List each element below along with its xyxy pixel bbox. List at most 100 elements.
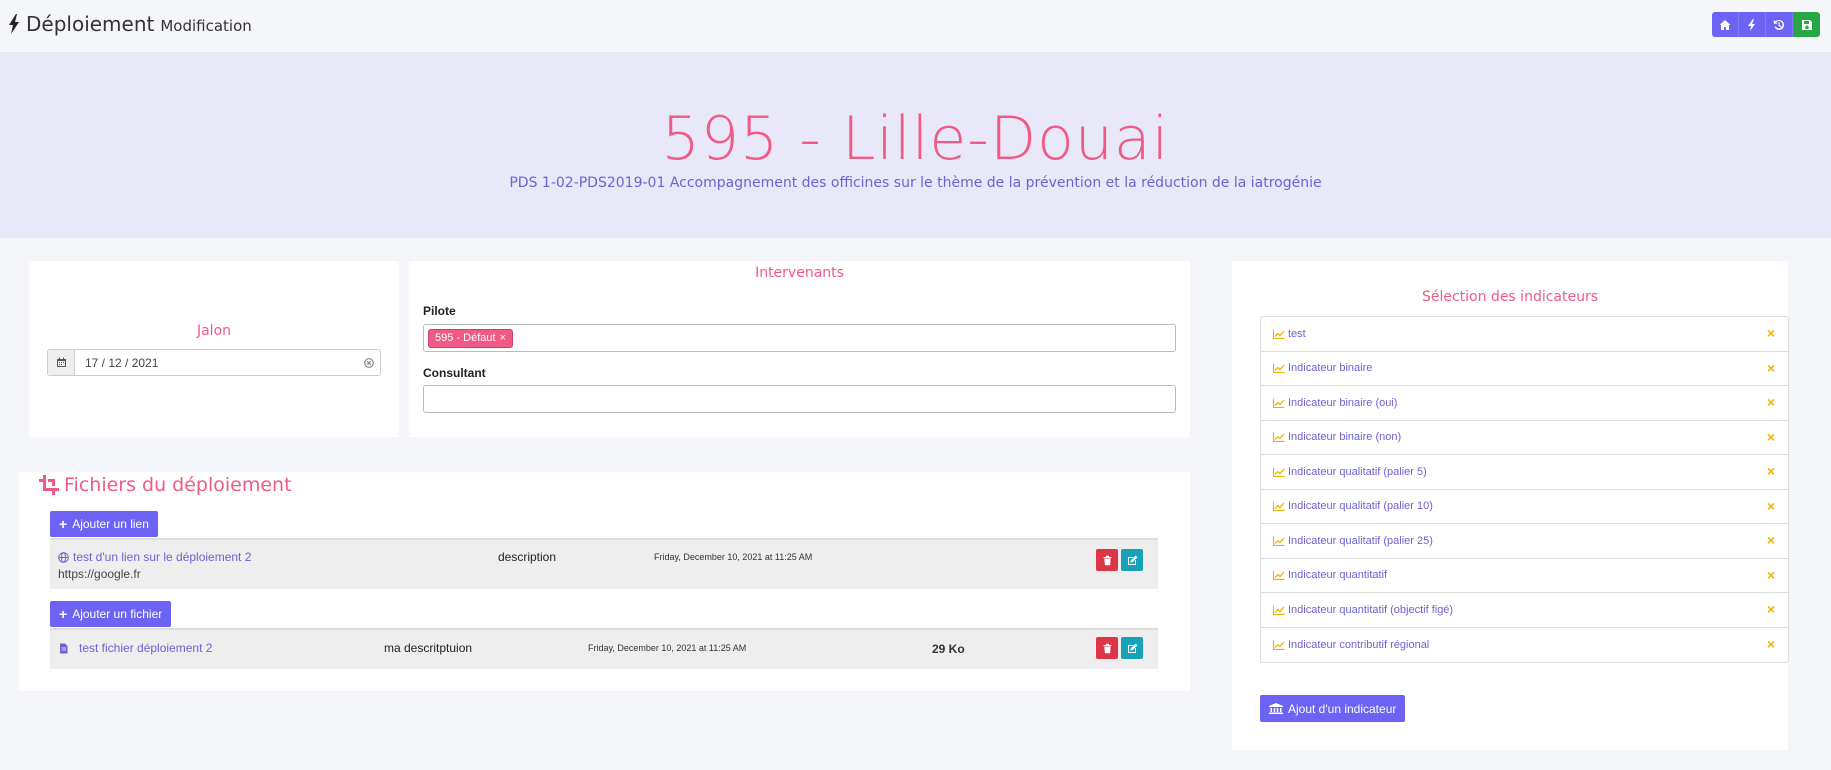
edit-file-button[interactable] bbox=[1121, 637, 1143, 659]
file-description: ma descritptuion bbox=[384, 641, 473, 655]
file-size: 29 Ko bbox=[932, 642, 965, 656]
add-indicator-label: Ajout d'un indicateur bbox=[1288, 701, 1397, 716]
remove-indicator-button[interactable]: × bbox=[1764, 636, 1778, 652]
add-link-button[interactable]: + Ajouter un lien bbox=[50, 511, 158, 537]
globe-icon bbox=[58, 551, 69, 563]
add-link-label: Ajouter un lien bbox=[72, 517, 149, 531]
line-chart-icon bbox=[1273, 570, 1285, 581]
trash-icon bbox=[1103, 555, 1111, 565]
file-name[interactable]: test fichier déploiement 2 bbox=[58, 641, 212, 655]
page-title: Déploiement Modification bbox=[8, 12, 252, 36]
remove-indicator-button[interactable]: × bbox=[1764, 394, 1778, 410]
jalon-card: Jalon 17 / 12 / 2021 bbox=[29, 261, 399, 437]
line-chart-icon bbox=[1273, 398, 1285, 408]
save-button[interactable] bbox=[1793, 12, 1820, 37]
indicator-label: Indicateur binaire (non) bbox=[1288, 431, 1402, 444]
indicator-item[interactable]: Indicateur qualitatif (palier 10) × bbox=[1261, 490, 1788, 524]
line-chart-icon bbox=[1273, 605, 1285, 615]
remove-indicator-button[interactable]: × bbox=[1764, 567, 1778, 583]
jalon-title: Jalon bbox=[196, 323, 232, 339]
add-file-button[interactable]: + Ajouter un fichier bbox=[50, 601, 172, 627]
consultant-select[interactable] bbox=[423, 385, 1176, 413]
intervenants-title: Intervenants bbox=[755, 265, 844, 281]
indicator-label: Indicateur quantitatif (objectif figé) bbox=[1288, 603, 1454, 616]
indicator-item[interactable]: Indicateur quantitatif (objectif figé) × bbox=[1261, 593, 1788, 628]
indicator-label: Indicateur contributif régional bbox=[1288, 638, 1430, 651]
line-chart-icon bbox=[1273, 432, 1285, 443]
jalon-date-field[interactable]: 17 / 12 / 2021 bbox=[47, 349, 381, 376]
jalon-date-value[interactable]: 17 / 12 / 2021 bbox=[75, 356, 358, 370]
indicator-item[interactable]: Indicateur qualitatif (palier 5) × bbox=[1261, 455, 1788, 490]
files-card: Fichiers du déploiement + Ajouter un lie… bbox=[19, 472, 1190, 691]
indicator-label: Indicateur quantitatif bbox=[1288, 569, 1388, 582]
bolt-icon bbox=[9, 14, 19, 34]
deployment-subtitle: PDS 1-02-PDS2019-01 Accompagnement des o… bbox=[509, 175, 1322, 191]
remove-indicator-button[interactable]: × bbox=[1764, 429, 1778, 445]
indicator-label: Indicateur qualitatif (palier 5) bbox=[1288, 465, 1427, 478]
clear-icon bbox=[364, 357, 374, 368]
remove-tag-button[interactable]: × bbox=[500, 330, 506, 347]
remove-indicator-button[interactable]: × bbox=[1764, 360, 1778, 376]
remove-indicator-button[interactable]: × bbox=[1764, 325, 1778, 341]
line-chart-icon bbox=[1273, 467, 1285, 477]
toolbar bbox=[1712, 12, 1820, 37]
line-chart-icon bbox=[1273, 501, 1285, 512]
indicators-list: test × Indicateur binaire × Indicateur b… bbox=[1260, 316, 1789, 663]
remove-indicator-button[interactable]: × bbox=[1764, 498, 1778, 514]
edit-icon bbox=[1127, 643, 1137, 653]
delete-file-button[interactable] bbox=[1096, 637, 1118, 659]
add-indicator-button[interactable]: Ajout d'un indicateur bbox=[1260, 695, 1406, 722]
link-date: Friday, December 10, 2021 at 11:25 AM bbox=[654, 552, 813, 562]
indicator-item[interactable]: Indicateur binaire (oui) × bbox=[1261, 386, 1788, 421]
files-title: Fichiers du déploiement bbox=[39, 474, 292, 496]
home-icon bbox=[1719, 19, 1731, 30]
delete-link-button[interactable] bbox=[1096, 549, 1118, 571]
indicator-label: Indicateur binaire (oui) bbox=[1288, 396, 1398, 409]
indicator-item[interactable]: Indicateur binaire (non) × bbox=[1261, 421, 1788, 455]
page-title-main: Déploiement bbox=[26, 12, 155, 36]
link-name[interactable]: test d'un lien sur le déploiement 2 bbox=[58, 550, 251, 564]
indicator-label: test bbox=[1288, 327, 1306, 340]
remove-indicator-button[interactable]: × bbox=[1764, 601, 1778, 617]
hero-banner: 595 - Lille-Douai PDS 1-02-PDS2019-01 Ac… bbox=[0, 53, 1831, 238]
calendar-icon bbox=[56, 357, 66, 367]
calendar-button[interactable] bbox=[48, 350, 75, 375]
line-chart-icon bbox=[1273, 640, 1285, 650]
bolt-icon bbox=[1748, 18, 1755, 31]
indicator-item[interactable]: test × bbox=[1261, 317, 1788, 352]
indicator-label: Indicateur binaire bbox=[1288, 362, 1373, 375]
trash-icon bbox=[1103, 643, 1111, 653]
line-chart-icon bbox=[1273, 329, 1285, 339]
edit-link-button[interactable] bbox=[1121, 549, 1143, 571]
indicator-item[interactable]: Indicateur quantitatif × bbox=[1261, 559, 1788, 593]
remove-indicator-button[interactable]: × bbox=[1764, 532, 1778, 548]
bank-icon bbox=[1269, 703, 1283, 714]
line-chart-icon bbox=[1273, 363, 1285, 374]
consultant-label: Consultant bbox=[423, 366, 486, 380]
pilote-tag: 595 - Défaut × bbox=[428, 329, 513, 348]
pilote-select[interactable]: 595 - Défaut × bbox=[423, 324, 1176, 352]
clear-date-button[interactable] bbox=[358, 357, 380, 368]
link-url: https://google.fr bbox=[58, 567, 141, 581]
plus-icon: + bbox=[59, 516, 68, 532]
edit-icon bbox=[1127, 555, 1137, 565]
file-icon bbox=[60, 643, 68, 653]
remove-indicator-button[interactable]: × bbox=[1764, 463, 1778, 479]
add-file-label: Ajouter un fichier bbox=[72, 607, 163, 621]
plus-icon: + bbox=[59, 606, 68, 622]
intervenants-card: Intervenants Pilote 595 - Défaut × Consu… bbox=[409, 261, 1190, 437]
top-bar: Déploiement Modification bbox=[0, 0, 1831, 53]
indicator-item[interactable]: Indicateur qualitatif (palier 25) × bbox=[1261, 524, 1788, 559]
home-button[interactable] bbox=[1712, 12, 1739, 37]
line-chart-icon bbox=[1273, 536, 1285, 546]
file-name-label: test fichier déploiement 2 bbox=[79, 641, 213, 655]
history-button[interactable] bbox=[1766, 12, 1793, 37]
page-title-sub: Modification bbox=[160, 17, 252, 35]
pilote-tag-label: 595 - Défaut bbox=[435, 332, 496, 344]
save-icon bbox=[1801, 19, 1812, 30]
link-row: test d'un lien sur le déploiement 2 http… bbox=[50, 538, 1158, 589]
indicators-card: Sélection des indicateurs test × Indicat… bbox=[1232, 261, 1789, 750]
indicator-item[interactable]: Indicateur binaire × bbox=[1261, 352, 1788, 386]
deployment-button[interactable] bbox=[1739, 12, 1766, 37]
indicator-item[interactable]: Indicateur contributif régional × bbox=[1261, 628, 1788, 663]
